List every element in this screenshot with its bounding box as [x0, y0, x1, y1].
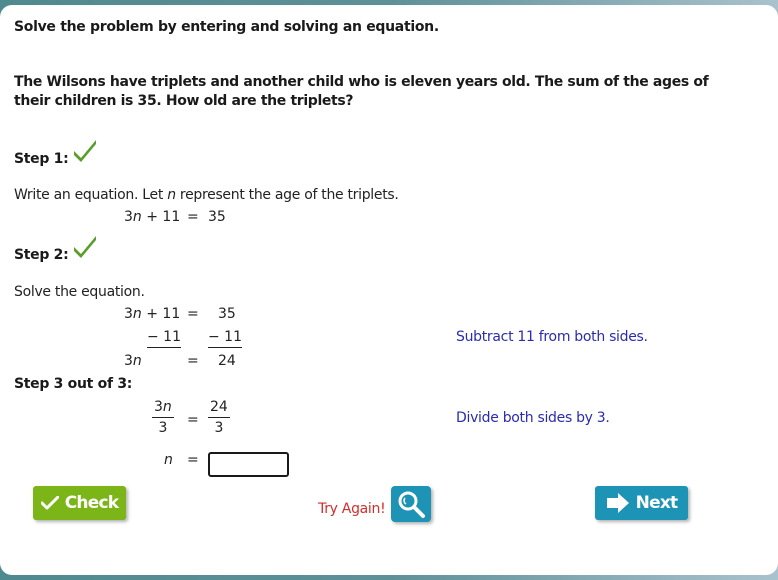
answer-equals: = [187, 452, 199, 468]
step-2-label: Step 2: [14, 247, 69, 263]
step-3-equals: = [187, 412, 199, 428]
step-2-row2-lhs: − 11 [147, 329, 181, 348]
next-button-label: Next [635, 493, 678, 513]
check-button[interactable]: Check [33, 486, 126, 520]
step-2-text: Solve the equation. [14, 284, 145, 300]
problem-text: The Wilsons have triplets and another ch… [14, 74, 709, 109]
step-1-text: Write an equation. Let n represent the a… [14, 187, 399, 203]
step-2-row1-rhs: 35 [218, 306, 236, 322]
step-2-row3-lhs: 3n [124, 353, 142, 369]
next-button[interactable]: Next [595, 486, 688, 520]
step-2-row3-rhs: 24 [218, 353, 236, 369]
step-2-row1-equals: = [187, 306, 199, 322]
checkmark-icon [74, 140, 96, 162]
step-3-hint: Divide both sides by 3. [456, 410, 610, 426]
step-3-rhs-fraction: 24 3 [208, 399, 230, 436]
instruction-text: Solve the problem by entering and solvin… [14, 19, 439, 35]
try-again-text: Try Again! [318, 501, 386, 517]
step-2-hint: Subtract 11 from both sides. [456, 329, 648, 345]
checkmark-icon [74, 236, 96, 258]
step-3-label: Step 3 out of 3: [14, 376, 133, 392]
answer-input[interactable] [208, 452, 289, 477]
step-1-label: Step 1: [14, 151, 69, 167]
step-1-equals: = [187, 209, 199, 225]
step-3-lhs-fraction: 3n 3 [152, 399, 174, 436]
check-button-label: Check [64, 493, 119, 513]
problem-panel: Solve the problem by entering and solvin… [0, 5, 778, 575]
checkmark-icon [40, 496, 59, 510]
step-1-rhs: 35 [208, 209, 226, 225]
arrow-right-icon [606, 493, 629, 513]
step-1-equation: 3n + 11 [124, 209, 181, 225]
step-2-row3-equals: = [187, 353, 199, 369]
answer-variable: n [164, 452, 173, 468]
hint-search-button[interactable] [391, 486, 431, 522]
magnifier-icon [398, 491, 425, 518]
step-2-row1-lhs: 3n + 11 [124, 306, 181, 322]
step-2-row2-rhs: − 11 [208, 329, 242, 348]
